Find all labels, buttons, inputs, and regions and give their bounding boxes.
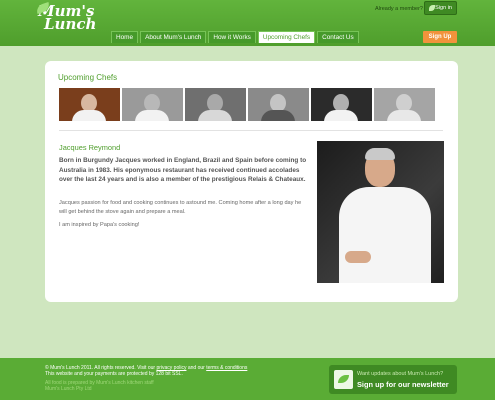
chef-coat [324, 110, 358, 121]
newsletter-prompt: Want updates about Mum's Lunch? [357, 371, 444, 377]
chef-bio-intro: Born in Burgundy Jacques worked in Engla… [59, 157, 307, 184]
site-footer: © Mum's Lunch 2011. All rights reserved.… [0, 358, 495, 400]
section-title: Upcoming Chefs [58, 73, 118, 82]
newsletter-signup-button[interactable]: Want updates about Mum's Lunch? Sign up … [329, 365, 457, 394]
chef-thumbnail[interactable] [311, 88, 372, 121]
chef-bio-paragraph: Jacques passion for food and cooking con… [59, 200, 302, 215]
terms-link[interactable]: terms & conditions [206, 365, 247, 371]
nav-home[interactable]: Home [111, 31, 139, 43]
leaf-icon [429, 5, 435, 11]
chef-thumbnail[interactable] [122, 88, 183, 121]
chef-hair [365, 148, 395, 160]
chef-coat [261, 110, 295, 121]
chef-photo [317, 141, 444, 283]
nav-upcoming-chefs[interactable]: Upcoming Chefs [257, 31, 316, 43]
chef-hand [345, 251, 371, 263]
nav-how-it-works[interactable]: How it Works [208, 31, 256, 43]
chef-thumbnail[interactable] [185, 88, 246, 121]
newsletter-icon [334, 370, 353, 389]
sign-in-label: Sign in [435, 5, 452, 11]
and-our-text: and our [187, 365, 205, 371]
nav-about[interactable]: About Mum's Lunch [140, 31, 207, 43]
chef-name: Jacques Reymond [59, 143, 121, 152]
main-nav: Home About Mum's Lunch How it Works Upco… [111, 31, 359, 43]
chef-jacket [339, 187, 431, 283]
footer-muted-line-2: Mum's Lunch Pty Ltd [45, 386, 92, 392]
sign-in-button[interactable]: Sign in [424, 1, 457, 15]
chef-coat [72, 110, 106, 121]
already-member-text: Already a member? [375, 6, 423, 12]
divider [59, 130, 443, 131]
main-panel: Upcoming Chefs Jacques Reymond Born in B… [45, 61, 458, 302]
leaf-icon [338, 375, 349, 383]
secure-text: This website and your payments are prote… [45, 371, 183, 377]
nav-contact[interactable]: Contact Us [317, 31, 359, 43]
chef-bio-quote: I am inspired by Papa's cooking! [59, 222, 140, 228]
site-logo[interactable]: Mum's Lunch [35, 2, 97, 33]
newsletter-label: Sign up for our newsletter [357, 380, 449, 389]
sign-up-button[interactable]: Sign Up [423, 31, 457, 43]
chef-thumbnail[interactable] [59, 88, 120, 121]
chef-coat [135, 110, 169, 121]
footer-legal: © Mum's Lunch 2011. All rights reserved.… [45, 365, 315, 392]
chef-coat [198, 110, 232, 121]
logo-line-2: Lunch [44, 15, 97, 33]
chef-thumbnail[interactable] [374, 88, 435, 121]
chef-thumbnail[interactable] [248, 88, 309, 121]
site-header: Mum's Lunch Already a member? Sign in Ho… [0, 0, 495, 46]
chef-coat [387, 110, 421, 121]
chef-thumbnails [59, 88, 435, 121]
